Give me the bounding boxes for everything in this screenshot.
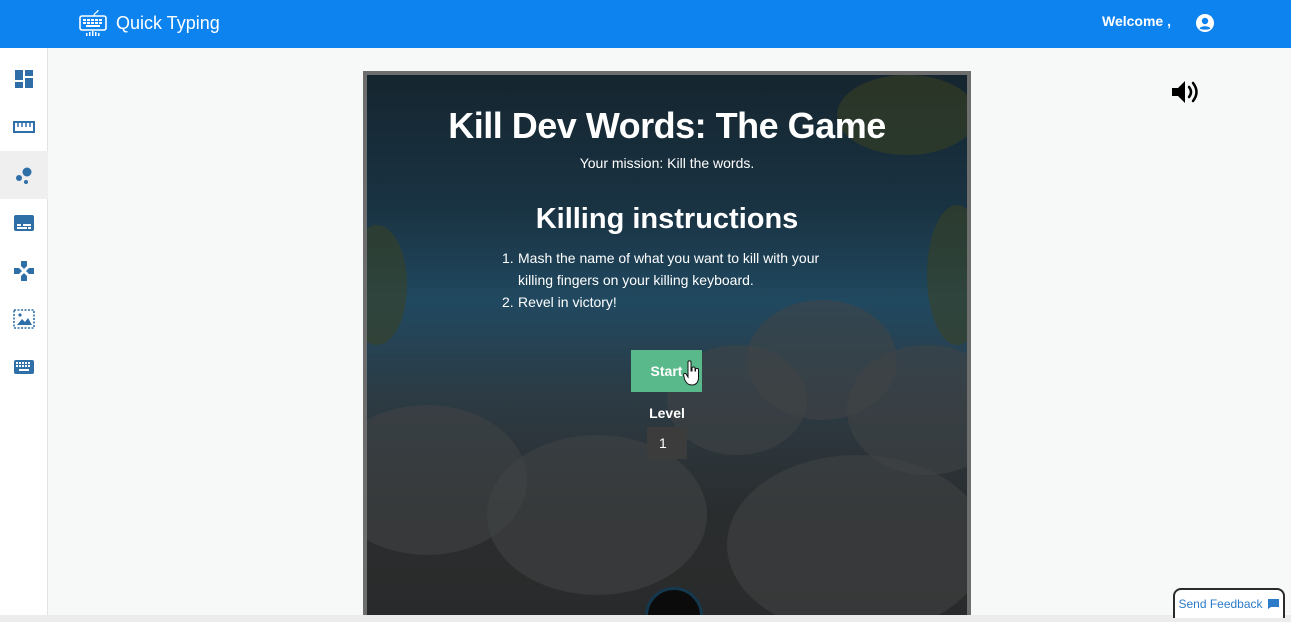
instruction-text: Mash the name of what you want to kill w… <box>518 250 820 288</box>
send-feedback-button[interactable]: Send Feedback <box>1173 588 1285 618</box>
send-feedback-label: Send Feedback <box>1178 597 1263 611</box>
keyboard-icon <box>14 360 34 374</box>
instruction-item: 1. Mash the name of what you want to kil… <box>502 247 858 291</box>
chat-icon <box>1267 599 1279 609</box>
game-menu: Kill Dev Words: The Game Your mission: K… <box>367 75 967 615</box>
sidebar-item-keyboard[interactable] <box>0 343 48 391</box>
welcome-text: Welcome , <box>1102 13 1171 29</box>
subtitles-icon <box>14 215 34 231</box>
sidebar <box>0 48 48 615</box>
start-button[interactable]: Start <box>631 350 702 392</box>
top-bar: Quick Typing Welcome , <box>0 0 1291 48</box>
gamepad-icon <box>14 261 34 281</box>
game-subtitle: Your mission: Kill the words. <box>579 155 755 171</box>
image-frame-icon <box>13 309 35 329</box>
app-title: Quick Typing <box>116 12 220 33</box>
keyboard-logo-icon <box>79 9 107 36</box>
level-label: Level <box>649 405 685 421</box>
brand[interactable]: Quick Typing <box>78 7 220 39</box>
sidebar-item-dashboard[interactable] <box>0 55 48 103</box>
sidebar-item-subtitles[interactable] <box>0 199 48 247</box>
player-turret <box>645 587 703 615</box>
bottom-scroll-strip <box>0 615 1291 622</box>
game-canvas[interactable]: Kill Dev Words: The Game Your mission: K… <box>363 71 971 615</box>
dashboard-icon <box>15 70 33 88</box>
sidebar-item-game[interactable] <box>0 151 48 199</box>
sidebar-item-gamepad[interactable] <box>0 247 48 295</box>
instruction-number: 2. <box>502 294 514 310</box>
instructions-list: 1. Mash the name of what you want to kil… <box>502 247 858 313</box>
level-input[interactable] <box>647 427 687 459</box>
sidebar-item-ruler[interactable] <box>0 103 48 151</box>
user-account-icon[interactable] <box>1195 13 1215 33</box>
sidebar-item-image[interactable] <box>0 295 48 343</box>
instruction-text: Revel in victory! <box>518 294 617 310</box>
game-title: Kill Dev Words: The Game <box>448 105 886 146</box>
instruction-number: 1. <box>502 250 514 266</box>
instructions-heading: Killing instructions <box>535 203 799 235</box>
sound-toggle-icon[interactable] <box>1170 78 1202 106</box>
dots-icon <box>16 167 32 184</box>
instruction-item: 2. Revel in victory! <box>502 291 858 313</box>
ruler-icon <box>13 121 35 133</box>
